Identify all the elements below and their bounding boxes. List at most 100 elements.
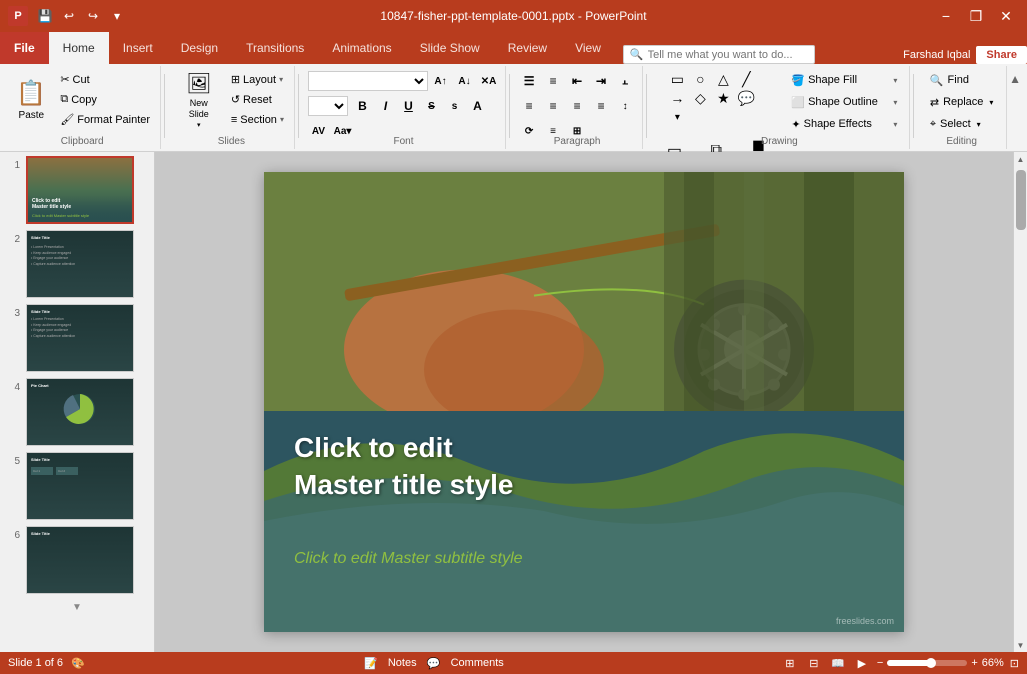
redo-button[interactable]: ↪ — [82, 5, 104, 27]
justify-button[interactable]: ≡ — [590, 95, 612, 117]
scroll-track[interactable] — [1012, 166, 1027, 638]
shape-arrow[interactable]: → — [666, 89, 688, 107]
font-family-select[interactable] — [308, 71, 428, 91]
reading-view-button[interactable]: 📖 — [829, 654, 847, 672]
normal-view-button[interactable]: ⊞ — [781, 654, 799, 672]
slide-subtitle[interactable]: Click to edit Master subtitle style — [294, 550, 523, 568]
search-input[interactable] — [648, 49, 808, 61]
shape-diamond[interactable]: ◇ — [689, 89, 711, 107]
scroll-thumb[interactable] — [1016, 170, 1026, 230]
save-button[interactable]: 💾 — [34, 5, 56, 27]
comments-button[interactable]: 💬 — [425, 654, 443, 672]
slide-panel-scroll-down[interactable]: ▼ — [4, 600, 150, 614]
notes-button[interactable]: 📝 — [362, 654, 380, 672]
slide-show-button[interactable]: ▶ — [853, 654, 871, 672]
minimize-button[interactable]: − — [933, 3, 959, 29]
slide-image-1[interactable]: Click to editMaster title style Click to… — [26, 156, 134, 224]
slide-image-5[interactable]: Slide Title Col 1 Col 2 — [26, 452, 134, 520]
slide-thumb-6[interactable]: 6 Slide Title — [4, 526, 150, 594]
select-button[interactable]: ⌖ Select ▾ — [923, 114, 988, 134]
shape-star[interactable]: ★ — [712, 89, 734, 107]
slide-sorter-button[interactable]: ⊟ — [805, 654, 823, 672]
zoom-out-button[interactable]: − — [877, 657, 883, 669]
increase-indent-button[interactable]: ⇥ — [590, 70, 612, 92]
increase-font-button[interactable]: A↓ — [454, 70, 476, 92]
collapse-ribbon-button[interactable]: ▲ — [1007, 70, 1023, 88]
slide-thumb-5[interactable]: 5 Slide Title Col 1 Col 2 — [4, 452, 150, 520]
font-color-button[interactable]: A — [467, 95, 489, 117]
columns-button[interactable]: ⫠ — [614, 70, 636, 92]
reset-button[interactable]: ↺ Reset — [226, 90, 289, 109]
strikethrough-button[interactable]: S — [421, 95, 443, 117]
shape-line[interactable]: ╱ — [735, 70, 757, 88]
paste-button[interactable]: 📋 Paste — [9, 70, 53, 130]
fit-to-window-button[interactable]: ⊡ — [1010, 657, 1019, 670]
shape-effects-button[interactable]: ✦ Shape Effects ▾ — [784, 114, 904, 134]
shape-oval[interactable]: ○ — [689, 70, 711, 88]
slide-image-3[interactable]: Slide Title • Lorem Presentation• Keep a… — [26, 304, 134, 372]
scroll-down-button[interactable]: ▼ — [1014, 638, 1027, 652]
copy-button[interactable]: ⧉ Copy — [55, 90, 155, 109]
restore-button[interactable]: ❐ — [963, 3, 989, 29]
zoom-handle[interactable] — [926, 658, 936, 668]
scroll-up-button[interactable]: ▲ — [1014, 152, 1027, 166]
slide-title[interactable]: Click to edit Master title style — [294, 430, 513, 503]
share-button[interactable]: Share — [976, 46, 1027, 64]
slide-thumb-1[interactable]: 1 Click to editMaster title style Click … — [4, 156, 150, 224]
tab-transitions[interactable]: Transitions — [232, 32, 318, 64]
change-case-button[interactable]: Aa▾ — [332, 120, 354, 142]
format-painter-button[interactable]: 🖌 Format Painter — [55, 110, 155, 129]
bold-button[interactable]: B — [352, 95, 374, 117]
tab-animations[interactable]: Animations — [318, 32, 405, 64]
right-scrollbar[interactable]: ▲ ▼ — [1013, 152, 1027, 652]
align-left-button[interactable]: ≡ — [518, 95, 540, 117]
zoom-in-button[interactable]: + — [971, 657, 977, 669]
align-right-button[interactable]: ≡ — [566, 95, 588, 117]
italic-button[interactable]: I — [375, 95, 397, 117]
shape-more[interactable]: ▾ — [666, 108, 688, 126]
tab-review[interactable]: Review — [494, 32, 561, 64]
numbering-button[interactable]: ≡ — [542, 70, 564, 92]
bullets-button[interactable]: ☰ — [518, 70, 540, 92]
find-button[interactable]: 🔍 Find — [923, 70, 976, 90]
comments-label[interactable]: Comments — [451, 657, 504, 669]
shape-fill-button[interactable]: 🪣 Shape Fill ▾ — [784, 70, 904, 90]
tab-view[interactable]: View — [561, 32, 615, 64]
slide-canvas[interactable]: Click to edit Master title style Click t… — [264, 172, 904, 632]
new-slide-button[interactable]: 🖼 NewSlide ▾ — [174, 70, 224, 130]
line-spacing-button[interactable]: ↕ — [614, 95, 636, 117]
font-size-select[interactable] — [308, 96, 348, 116]
shape-rect[interactable]: ▭ — [666, 70, 688, 88]
replace-button[interactable]: ⇄ Replace ▾ — [923, 92, 1001, 112]
tab-home[interactable]: Home — [49, 32, 109, 64]
tell-me-search[interactable]: 🔍 — [623, 45, 815, 64]
cut-button[interactable]: ✂ Cut — [55, 70, 155, 89]
undo-button[interactable]: ↩ — [58, 5, 80, 27]
align-center-button[interactable]: ≡ — [542, 95, 564, 117]
underline-button[interactable]: U — [398, 95, 420, 117]
tab-file[interactable]: File — [0, 32, 49, 64]
zoom-slider[interactable] — [887, 660, 967, 666]
shape-callout[interactable]: 💬 — [735, 89, 757, 107]
slide-thumb-3[interactable]: 3 Slide Title • Lorem Presentation• Keep… — [4, 304, 150, 372]
shadow-button[interactable]: s — [444, 95, 466, 117]
close-button[interactable]: ✕ — [993, 3, 1019, 29]
customize-quick-access-button[interactable]: ▾ — [106, 5, 128, 27]
tab-slideshow[interactable]: Slide Show — [406, 32, 494, 64]
layout-button[interactable]: ⊞ Layout ▾ — [226, 70, 289, 89]
notes-label[interactable]: Notes — [388, 657, 417, 669]
shape-tri[interactable]: △ — [712, 70, 734, 88]
slide-thumb-4[interactable]: 4 Pie Chart — [4, 378, 150, 446]
slide-thumb-2[interactable]: 2 Slide Title • Lorem Presentation• Keep… — [4, 230, 150, 298]
slide-image-4[interactable]: Pie Chart — [26, 378, 134, 446]
tab-design[interactable]: Design — [167, 32, 232, 64]
text-direction-button[interactable]: ⟳ — [518, 120, 540, 142]
shape-outline-button[interactable]: ⬜ Shape Outline ▾ — [784, 92, 904, 112]
tab-insert[interactable]: Insert — [109, 32, 167, 64]
decrease-font-button[interactable]: A↑ — [430, 70, 452, 92]
section-button[interactable]: ≡ Section ▾ — [226, 110, 289, 129]
char-spacing-button[interactable]: AV — [308, 120, 330, 142]
clear-format-button[interactable]: ✕A — [478, 70, 500, 92]
slide-image-2[interactable]: Slide Title • Lorem Presentation• Keep a… — [26, 230, 134, 298]
decrease-indent-button[interactable]: ⇤ — [566, 70, 588, 92]
